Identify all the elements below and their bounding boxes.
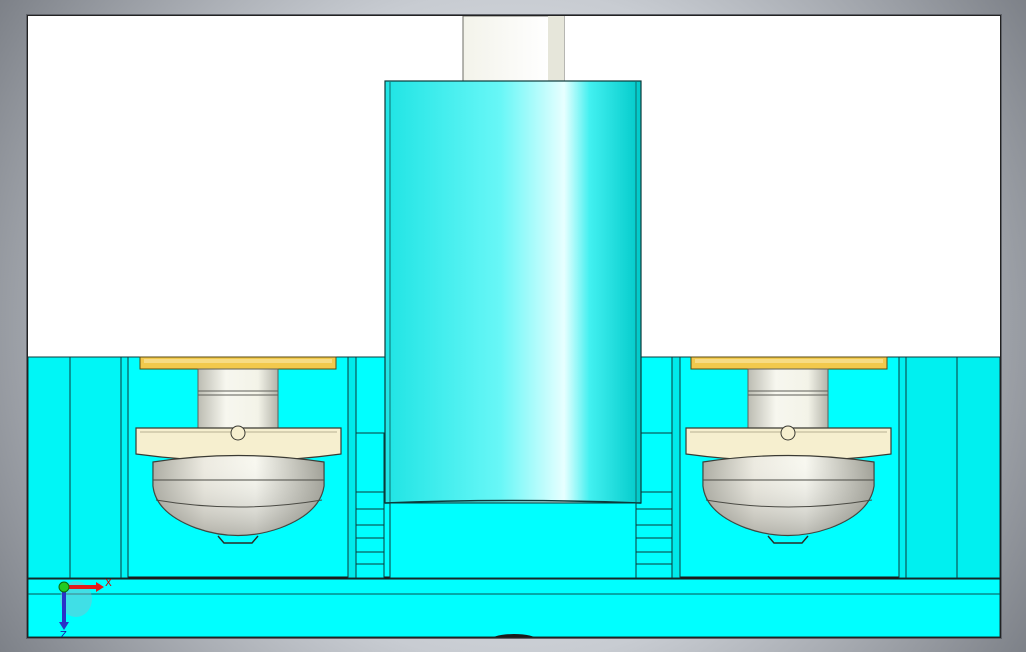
origin-dot <box>58 581 70 593</box>
central-cylinder[interactable] <box>384 80 642 579</box>
top-pin[interactable] <box>462 16 565 83</box>
left-side-block[interactable] <box>28 356 129 579</box>
cad-model-render: X Z <box>28 16 1000 637</box>
window-frame: X Z <box>0 0 1026 652</box>
cad-graphics-viewport[interactable]: X Z <box>27 15 1001 638</box>
right-side-block[interactable] <box>898 356 1000 579</box>
z-axis-label: Z <box>60 630 67 637</box>
x-axis-label: X <box>105 578 112 589</box>
